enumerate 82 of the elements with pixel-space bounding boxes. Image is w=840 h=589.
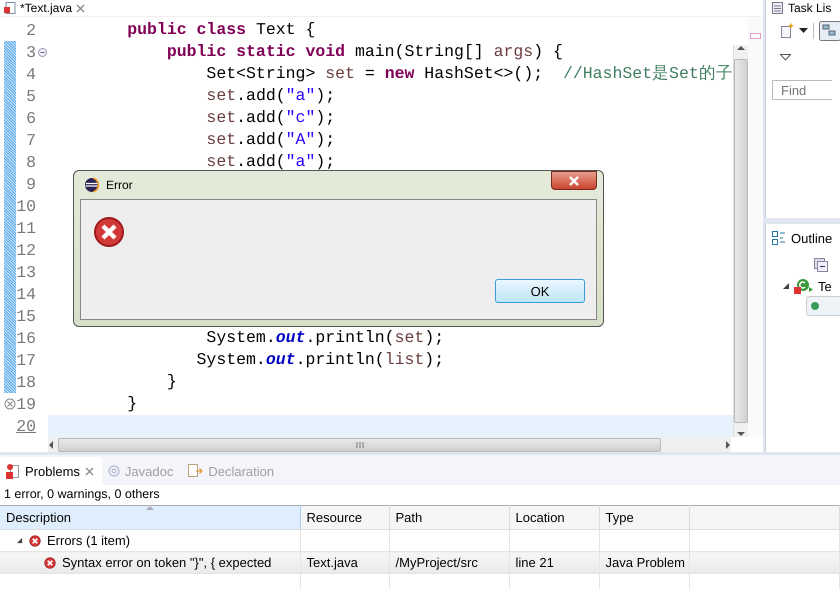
expander-icon[interactable] bbox=[782, 282, 790, 290]
eclipse-logo-icon bbox=[84, 177, 100, 193]
table-cell: Syntax error on token "}", { expected bbox=[62, 555, 272, 570]
editor-tab[interactable]: *Text.java bbox=[0, 0, 92, 16]
close-icon bbox=[568, 176, 580, 186]
vertical-scrollbar[interactable] bbox=[732, 45, 748, 437]
error-icon bbox=[93, 216, 125, 248]
line-number: 12 bbox=[16, 240, 36, 260]
outline-icon bbox=[772, 231, 786, 245]
code-line: set.add("c"); bbox=[205, 107, 336, 129]
line-number: 18 bbox=[16, 372, 36, 392]
code-line: System.out.println(set); bbox=[205, 327, 446, 349]
problems-icon bbox=[6, 463, 20, 479]
line-number: 17 bbox=[16, 350, 36, 370]
table-cell: /MyProject/src bbox=[389, 552, 509, 574]
sort-arrow-icon bbox=[146, 505, 154, 510]
task-list-icon bbox=[772, 2, 783, 14]
panel-title: Task Lis bbox=[788, 1, 832, 15]
line-number: 10 bbox=[16, 196, 36, 216]
group-label: Errors (1 item) bbox=[47, 533, 130, 548]
overview-marker[interactable] bbox=[750, 33, 761, 39]
line-number: 6 bbox=[25, 108, 36, 128]
column-header[interactable]: Type bbox=[599, 506, 689, 530]
tree-item[interactable] bbox=[806, 296, 840, 316]
scroll-right-icon[interactable] bbox=[725, 440, 731, 448]
table-cell: Text.java bbox=[300, 552, 389, 574]
column-header[interactable]: Path bbox=[389, 506, 509, 530]
collapse-all-icon[interactable] bbox=[814, 258, 828, 272]
expander-icon[interactable] bbox=[16, 537, 23, 544]
view-menu-icon[interactable] bbox=[780, 54, 791, 60]
line-number: 13 bbox=[16, 262, 36, 282]
error-icon bbox=[29, 534, 41, 546]
line-number: 8 bbox=[25, 152, 36, 172]
line-number: 4 bbox=[25, 64, 36, 84]
problems-summary: 1 error, 0 warnings, 0 others bbox=[3, 486, 161, 503]
ok-button[interactable]: OK bbox=[495, 279, 585, 303]
error-icon bbox=[44, 556, 56, 568]
line-number: 5 bbox=[25, 86, 36, 106]
dropdown-caret-icon[interactable] bbox=[799, 28, 808, 34]
column-header[interactable]: Resource bbox=[300, 506, 389, 530]
horizontal-scrollbar[interactable] bbox=[48, 437, 731, 452]
scroll-left-icon[interactable] bbox=[48, 440, 54, 448]
categorize-icon[interactable] bbox=[819, 21, 840, 41]
line-number: 3 bbox=[25, 42, 36, 62]
code-line: set.add("a"); bbox=[205, 151, 336, 173]
line-number: 2 bbox=[25, 20, 36, 40]
code-line: } bbox=[166, 371, 178, 393]
column-header[interactable]: Location bbox=[509, 506, 599, 530]
code-line: Set<String> set = new HashSet<>(); //HashSet是Set的子 bbox=[205, 63, 733, 85]
new-task-icon[interactable] bbox=[780, 23, 794, 39]
class-error-icon bbox=[794, 278, 814, 294]
table-cell: Java Problem bbox=[599, 552, 689, 574]
line-number: 9 bbox=[25, 174, 36, 194]
column-header[interactable]: Description bbox=[0, 506, 300, 530]
code-line: public class Text { bbox=[126, 19, 316, 41]
find-field[interactable]: Find bbox=[772, 80, 832, 100]
code-line: } bbox=[126, 393, 138, 415]
dialog-title: Error bbox=[106, 178, 134, 192]
table-cell: line 21 bbox=[509, 552, 599, 574]
scroll-down-icon[interactable] bbox=[736, 431, 745, 437]
line-number: 19 bbox=[16, 394, 36, 414]
line-number: 16 bbox=[16, 328, 36, 348]
line-number: 14 bbox=[16, 284, 36, 304]
code-line: set.add("A"); bbox=[205, 129, 336, 151]
tree-item[interactable]: Te bbox=[818, 278, 832, 294]
line-number: 7 bbox=[25, 130, 36, 150]
close-button[interactable] bbox=[551, 171, 597, 190]
close-icon[interactable] bbox=[76, 4, 86, 12]
grip-icon[interactable] bbox=[356, 442, 364, 448]
panel-title: Outline bbox=[791, 230, 832, 246]
close-icon[interactable] bbox=[84, 466, 94, 476]
panel-tab[interactable]: Problems bbox=[0, 457, 102, 485]
method-icon bbox=[811, 302, 819, 310]
code-line: set.add("a"); bbox=[205, 85, 336, 107]
line-number: 20 bbox=[16, 416, 36, 436]
collapse-icon[interactable] bbox=[38, 48, 46, 56]
line-number: 15 bbox=[16, 306, 36, 326]
declaration-icon bbox=[187, 463, 204, 479]
code-line: System.out.println(list); bbox=[196, 349, 446, 371]
code-line: public static void main(String[] args) { bbox=[166, 41, 564, 63]
scroll-up-icon[interactable] bbox=[736, 45, 745, 51]
line-number: 11 bbox=[16, 218, 36, 238]
